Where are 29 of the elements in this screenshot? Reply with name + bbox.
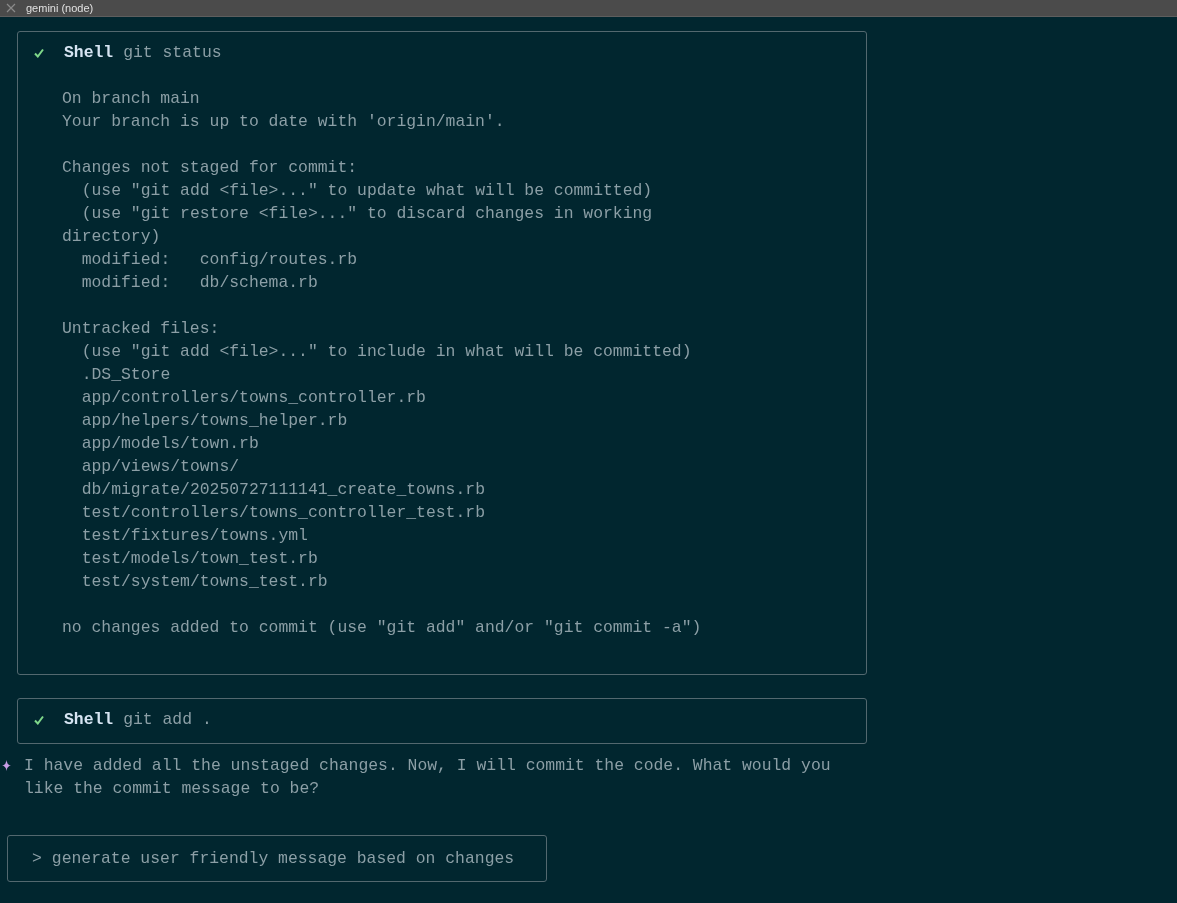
- output-line: Untracked files:: [62, 318, 221, 340]
- output-line: test/fixtures/towns.yml: [80, 525, 309, 547]
- output-line: (use "git add <file>..." to update what will be committed): [80, 180, 654, 202]
- command-text: git status: [123, 42, 222, 64]
- output-line: app/views/towns/: [80, 456, 241, 478]
- output-line: .DS_Store: [80, 364, 172, 386]
- command-text: git add .: [123, 709, 212, 731]
- output-line: (use "git restore <file>..." to discard changes in working directory): [62, 203, 654, 248]
- input-field[interactable]: > generate user friendly message based on changes: [7, 835, 547, 882]
- output-line: On branch main: [62, 88, 201, 110]
- output-line: db/migrate/20250727111141_create_towns.rb: [80, 479, 486, 501]
- output-line: app/helpers/towns_helper.rb: [80, 410, 349, 432]
- output-line: app/controllers/towns_controller.rb: [80, 387, 427, 409]
- output-line: test/controllers/towns_controller_test.rb: [80, 502, 486, 524]
- sparkle-icon: [2, 760, 11, 771]
- close-icon[interactable]: [6, 3, 16, 13]
- output-line: Your branch is up to date with 'origin/main'.: [62, 111, 506, 133]
- assistant-message: I have added all the unstaged changes. Now, I will commit the code. What would you like the commit message to be?: [24, 755, 832, 800]
- tool-name: Shell: [64, 709, 114, 731]
- output-line: app/models/town.rb: [80, 433, 260, 455]
- output-line: modified: db/schema.rb: [80, 272, 319, 294]
- window-title: gemini (node): [26, 1, 94, 16]
- output-line: (use "git add <file>..." to include in what will be committed): [80, 341, 693, 363]
- output-line: modified: config/routes.rb: [80, 249, 359, 271]
- output-line: test/system/towns_test.rb: [80, 571, 329, 593]
- output-line: no changes added to commit (use "git add" and/or "git commit -a"): [62, 617, 703, 639]
- output-line: Changes not staged for commit:: [62, 157, 359, 179]
- output-line: test/models/town_test.rb: [80, 548, 319, 570]
- tool-name: Shell: [64, 42, 114, 64]
